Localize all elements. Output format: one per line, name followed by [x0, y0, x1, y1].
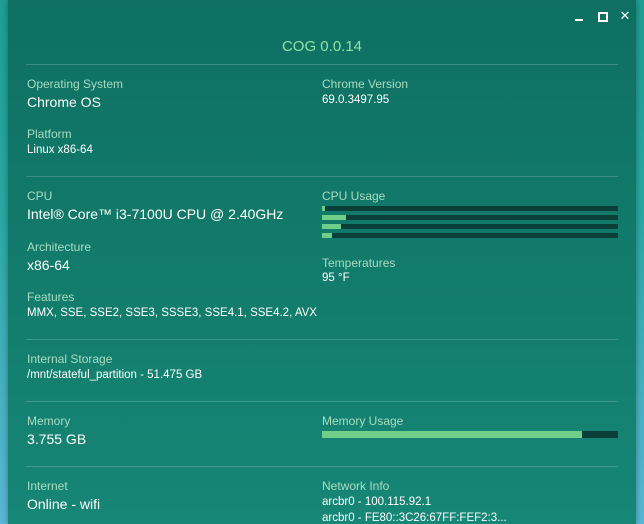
memory-usage-bar — [322, 431, 618, 438]
network-info-label: Network Info — [322, 479, 390, 493]
network-info-line: arcbr0 - 100.115.92.1 — [322, 496, 432, 508]
storage-value: /mnt/stateful_partition - 51.475 GB — [27, 369, 203, 381]
maximize-button[interactable] — [591, 6, 613, 26]
features-label: Features — [27, 290, 75, 304]
features-value: MMX, SSE, SSE2, SSE3, SSSE3, SSE4.1, SSE… — [27, 307, 317, 319]
minimize-button[interactable] — [568, 6, 590, 26]
close-button[interactable]: ✕ — [614, 6, 636, 26]
app-title: COG 0.0.14 — [281, 38, 363, 55]
storage-label: Internal Storage — [27, 352, 113, 366]
temperatures-label: Temperatures — [322, 256, 396, 270]
close-icon: ✕ — [619, 8, 631, 23]
cpu-core-bar-fill — [322, 206, 325, 211]
minimize-icon — [575, 19, 583, 21]
memory-usage-label: Memory Usage — [322, 414, 404, 428]
cpu-core-bar — [322, 215, 618, 220]
cpu-core-bar — [322, 233, 618, 238]
network-info-line: arcbr0 - FE80::3C26:67FF:FEF2:3... — [322, 512, 507, 524]
memory-value: 3.755 GB — [27, 431, 87, 447]
memory-label: Memory — [27, 414, 71, 428]
chrome-version-label: Chrome Version — [322, 77, 409, 91]
chrome-version-value: 69.0.3497.95 — [322, 94, 390, 106]
memory-usage-bar-fill — [322, 431, 583, 438]
os-value: Chrome OS — [27, 94, 101, 110]
title-bar: ✕ — [8, 0, 636, 30]
architecture-value: x86-64 — [27, 257, 70, 273]
cpu-label: CPU — [27, 189, 53, 203]
divider — [26, 401, 618, 402]
cpu-core-bar-fill — [322, 224, 342, 229]
cpu-usage-label: CPU Usage — [322, 189, 386, 203]
platform-value: Linux x86-64 — [27, 144, 93, 156]
divider — [26, 339, 618, 340]
cpu-core-bar-fill — [322, 215, 346, 220]
divider — [26, 64, 618, 65]
architecture-label: Architecture — [27, 240, 92, 254]
os-label: Operating System — [27, 77, 124, 91]
cpu-core-bar — [322, 206, 618, 211]
app-window: ✕ COG 0.0.14 Operating System Chrome OS … — [8, 0, 636, 524]
divider — [26, 176, 618, 177]
cpu-value: Intel® Core™ i3-7100U CPU @ 2.40GHz — [27, 206, 284, 222]
temperatures-value: 95 °F — [322, 272, 350, 284]
maximize-icon — [598, 12, 608, 22]
internet-label: Internet — [27, 479, 68, 493]
cpu-core-bar-fill — [322, 233, 333, 238]
internet-value: Online - wifi — [27, 496, 101, 512]
platform-label: Platform — [27, 127, 72, 141]
divider — [26, 466, 618, 467]
cpu-core-bar — [322, 224, 618, 229]
